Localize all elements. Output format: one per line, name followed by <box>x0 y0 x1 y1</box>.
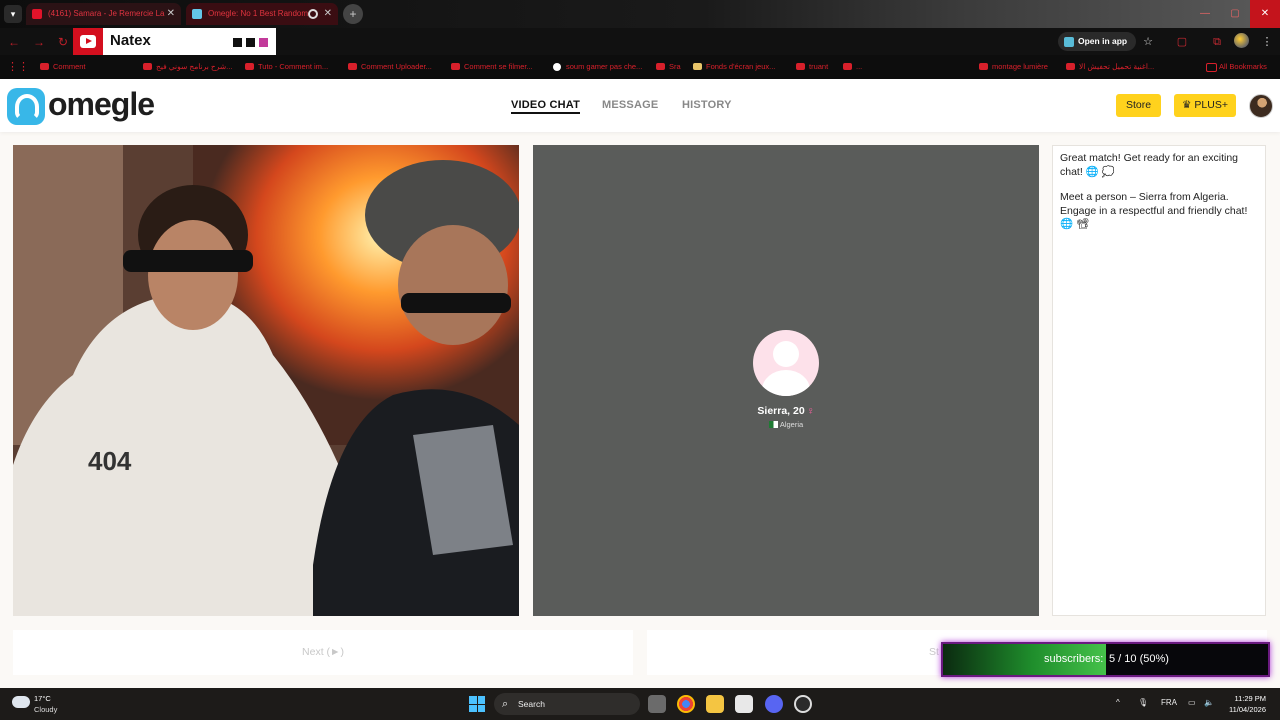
nav-video-chat[interactable]: VIDEO CHAT <box>511 99 581 114</box>
clock-date[interactable]: 11/04/2026 <box>1224 705 1266 714</box>
svg-text:404: 404 <box>88 446 132 476</box>
chrome-icon[interactable] <box>677 695 695 713</box>
bookmark-item[interactable]: Sra <box>656 60 681 74</box>
bookmark-item[interactable]: ... <box>843 60 862 74</box>
site-logo-text[interactable]: omegle <box>48 86 155 123</box>
algeria-flag-icon <box>768 421 778 428</box>
omegle-logo-icon[interactable] <box>7 88 45 125</box>
store-button[interactable]: Store <box>1116 94 1161 117</box>
language-indicator[interactable]: FRA <box>1161 698 1177 707</box>
remote-user-avatar-icon <box>753 330 819 396</box>
windows-taskbar: 17°C Cloudy Search ^ 🎙 FRA ▭ 🔈 11:29 PM … <box>0 688 1280 720</box>
bookmark-item[interactable]: Comment <box>40 60 86 74</box>
plus-label: PLUS+ <box>1194 99 1228 111</box>
network-icon[interactable]: ▭ <box>1188 698 1196 707</box>
task-view-icon[interactable] <box>648 695 666 713</box>
cast-icon[interactable]: ⧉ <box>1208 33 1226 51</box>
close-tab-icon[interactable]: ✕ <box>167 3 175 25</box>
local-video-feed: 404 <box>13 145 519 616</box>
browser-tab-youtube[interactable]: (4161) Samara - Je Remercie La ✕ <box>26 3 181 25</box>
windows-start-icon[interactable] <box>469 696 485 712</box>
channel-name: Natex <box>110 32 151 49</box>
remote-user-name: Sierra, 20 ♀ <box>533 405 1039 417</box>
store-app-icon[interactable] <box>735 695 753 713</box>
remote-name-age: Sierra, 20 <box>757 405 805 417</box>
chevron-up-icon[interactable]: ^ <box>1116 698 1120 707</box>
discord-icon[interactable] <box>765 695 783 713</box>
nav-message[interactable]: MESSAGE <box>602 99 658 111</box>
bookmark-star-icon[interactable]: ☆ <box>1139 33 1157 51</box>
bookmark-item[interactable]: Fonds d'écran jeux... <box>693 60 775 74</box>
next-button[interactable]: Next (►) <box>13 630 633 675</box>
tab-search-icon[interactable]: ▾ <box>4 5 22 23</box>
overlay-square-icon <box>259 38 268 47</box>
female-icon: ♀ <box>806 405 815 417</box>
open-in-app-label: Open in app <box>1078 36 1128 46</box>
bookmark-item[interactable]: truant <box>796 60 828 74</box>
volume-icon[interactable]: 🔈 <box>1204 698 1214 707</box>
clock-time[interactable]: 11:29 PM <box>1232 694 1266 703</box>
country-label: Algeria <box>779 420 804 429</box>
remote-video-feed: Sierra, 20 ♀ Algeria <box>533 145 1039 616</box>
chat-panel: Great match! Get ready for an exciting c… <box>1052 145 1266 616</box>
overlay-square-icon <box>246 38 255 47</box>
weather-temperature[interactable]: 17°C <box>34 694 51 703</box>
youtube-logo-icon <box>73 28 103 56</box>
channel-overlay: Natex <box>73 28 276 56</box>
system-message: Great match! Get ready for an exciting c… <box>1060 152 1238 178</box>
user-avatar[interactable] <box>1249 94 1273 118</box>
apps-grid-icon[interactable]: ⋮⋮ <box>7 61 29 73</box>
bookmark-item[interactable]: Comment Uploader... <box>348 60 432 74</box>
plus-button[interactable]: ♛ PLUS+ <box>1174 94 1236 117</box>
bookmark-item[interactable]: Comment se filmer... <box>451 60 533 74</box>
profile-icon[interactable] <box>1234 33 1249 48</box>
file-explorer-icon[interactable] <box>706 695 724 713</box>
local-camera-image: 404 <box>13 145 519 616</box>
browser-tabstrip: ▾ (4161) Samara - Je Remercie La ✕ Omegl… <box>0 0 1280 28</box>
back-icon[interactable]: ← <box>5 33 23 51</box>
youtube-favicon-icon <box>32 9 42 19</box>
new-tab-button[interactable]: + <box>343 4 363 24</box>
tab-title: Omegle: No 1 Best Random <box>208 9 309 18</box>
minimize-button[interactable]: — <box>1190 0 1220 28</box>
app-icon <box>1064 37 1074 47</box>
forward-icon[interactable]: → <box>30 33 48 51</box>
remote-user-country: Algeria <box>533 420 1039 429</box>
site-header: omegle VIDEO CHAT MESSAGE HISTORY Store … <box>0 79 1280 132</box>
bookmark-item[interactable]: montage lumière <box>979 60 1048 74</box>
bookmark-item[interactable]: شرح برنامج سوني فيج... <box>143 60 232 74</box>
crown-icon: ♛ <box>1182 99 1192 111</box>
tab-title: (4161) Samara - Je Remercie La <box>48 9 165 18</box>
taskbar-search[interactable]: Search <box>494 693 640 715</box>
close-tab-icon[interactable]: ✕ <box>324 3 332 25</box>
reload-icon[interactable]: ↻ <box>54 33 72 51</box>
overlay-square-icon <box>233 38 242 47</box>
maximize-button[interactable]: ▢ <box>1220 0 1250 28</box>
subscriber-goal-widget: subscribers: 5 / 10 (50%) <box>941 642 1270 677</box>
microphone-icon[interactable]: 🎙 <box>1138 698 1148 707</box>
recording-icon <box>308 9 318 19</box>
obs-icon[interactable] <box>794 695 812 713</box>
bookmark-item[interactable]: Tuto - Comment im... <box>245 60 328 74</box>
menu-dots-icon[interactable]: ⋮ <box>1258 33 1276 51</box>
extensions-icon[interactable]: ▢ <box>1173 33 1191 51</box>
search-label: Search <box>518 699 545 709</box>
cloud-icon[interactable] <box>12 696 30 708</box>
subscribers-count: 5 / 10 (50%) <box>1109 653 1169 665</box>
weather-description[interactable]: Cloudy <box>34 705 57 714</box>
close-window-button[interactable]: ✕ <box>1250 0 1280 28</box>
system-message: Meet a person – Sierra from Algeria. Eng… <box>1060 191 1248 230</box>
all-bookmarks-button[interactable]: All Bookmarks <box>1206 60 1267 74</box>
subscribers-label: subscribers: <box>1044 653 1104 665</box>
bookmark-item[interactable]: soum gamer pas che... <box>553 60 642 74</box>
omegle-favicon-icon <box>192 9 202 19</box>
bookmark-item[interactable]: اغنية تحميل تحفيش الا... <box>1066 60 1154 74</box>
browser-tab-omegle[interactable]: Omegle: No 1 Best Random ✕ <box>186 3 338 25</box>
bookmarks-bar: ⋮⋮ Comment شرح برنامج سوني فيج... Tuto -… <box>0 55 1280 79</box>
open-in-app-button[interactable]: Open in app <box>1058 32 1136 51</box>
nav-history[interactable]: HISTORY <box>682 99 732 111</box>
